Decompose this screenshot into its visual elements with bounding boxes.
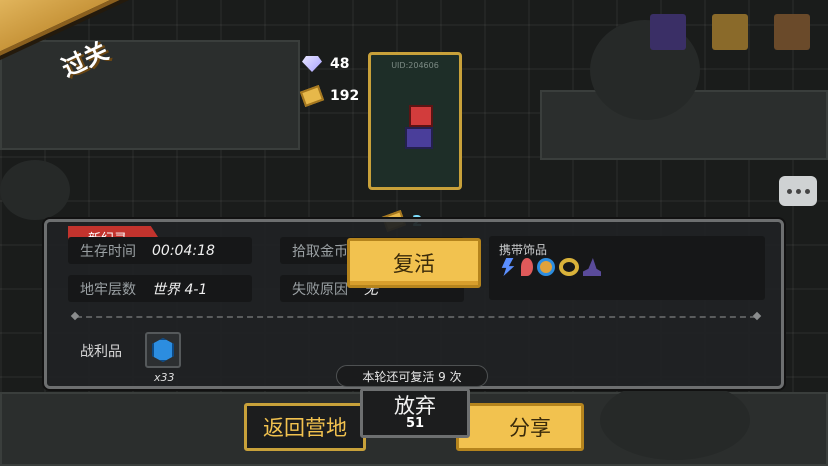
- cannon-decoration: [0, 160, 70, 220]
- hero-sprite: [395, 105, 439, 155]
- player-uid: UID:204606: [391, 61, 439, 70]
- give-up-countdown: 51: [405, 416, 425, 432]
- gem-icon: [302, 56, 322, 72]
- dungeon-floor-stat: 地牢层数 世界 4-1: [68, 275, 252, 302]
- chest-icon[interactable]: [712, 14, 748, 50]
- section-divider: [76, 316, 756, 318]
- chat-bubble-icon[interactable]: [779, 176, 817, 206]
- hero-body: [405, 127, 433, 149]
- medal-icon[interactable]: [537, 258, 555, 276]
- accessories-box: 携带饰品: [489, 236, 765, 300]
- survive-time-label: 生存时间: [80, 243, 136, 260]
- ring-icon[interactable]: [559, 258, 579, 276]
- loot-quantity: x33: [154, 371, 175, 384]
- coin-icon: [299, 85, 325, 107]
- loot-slot[interactable]: [145, 332, 181, 368]
- return-camp-button[interactable]: 返回营地: [244, 403, 366, 451]
- loot-label: 战利品: [80, 344, 122, 360]
- witch-hat-icon[interactable]: [583, 258, 601, 276]
- survive-time-stat: 生存时间 00:04:18: [68, 237, 252, 264]
- accessories-list: [499, 258, 601, 276]
- debris-decoration: [600, 380, 750, 460]
- give-up-label: 放弃: [394, 394, 436, 419]
- coin-amount: 192: [330, 88, 360, 104]
- lightning-icon[interactable]: [501, 258, 515, 276]
- character-card: UID:204606: [368, 52, 462, 190]
- gem-shop-icon[interactable]: [650, 14, 686, 50]
- revive-remaining-hint: 本轮还可复活 9 次: [336, 365, 488, 387]
- feather-icon[interactable]: [521, 258, 533, 276]
- coin-counter: 192: [299, 85, 360, 107]
- wall-block: [0, 40, 300, 150]
- give-up-button[interactable]: 放弃 51: [360, 388, 470, 438]
- dungeon-floor-value: 世界 4-1: [152, 281, 208, 298]
- accessories-title: 携带饰品: [499, 243, 548, 257]
- share-button[interactable]: 分享: [456, 403, 584, 451]
- gem-counter: 48: [302, 56, 349, 72]
- survive-time-value: 00:04:18: [152, 242, 215, 259]
- hero-head: [409, 105, 433, 127]
- gem-icon: [152, 338, 174, 362]
- gem-amount: 48: [330, 56, 350, 72]
- backpack-icon[interactable]: [774, 14, 810, 50]
- revive-button[interactable]: 复活: [347, 238, 481, 288]
- dungeon-floor-label: 地牢层数: [80, 281, 136, 298]
